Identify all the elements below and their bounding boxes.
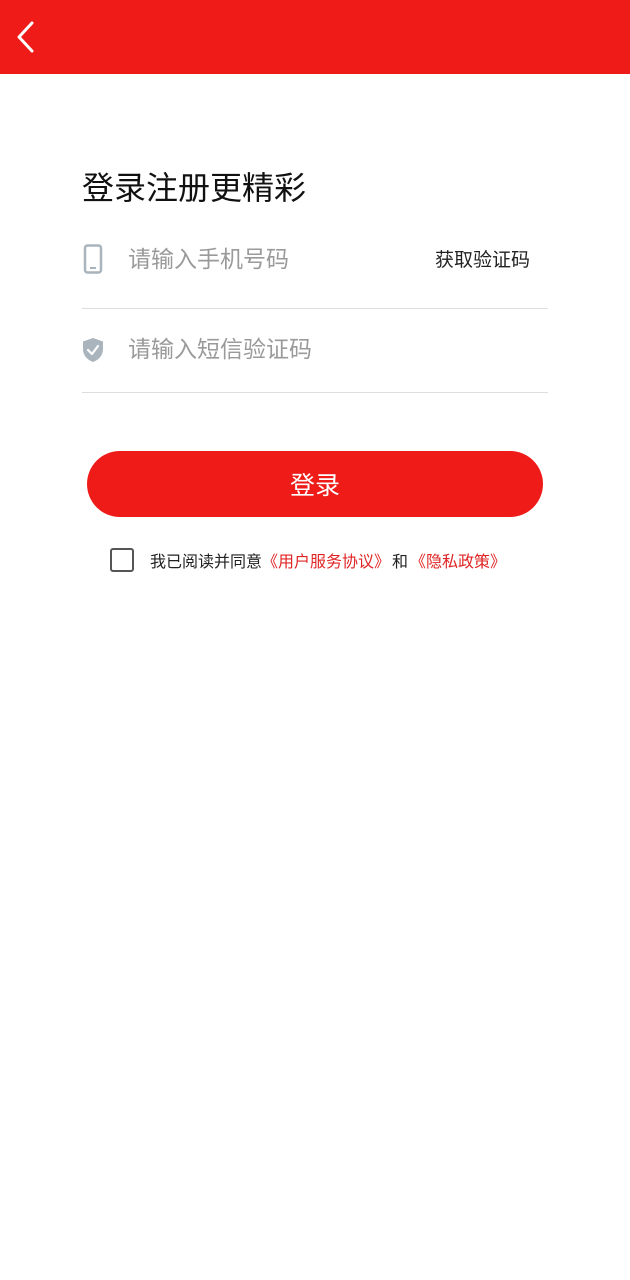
phone-input[interactable] xyxy=(128,242,418,278)
sms-code-input[interactable] xyxy=(128,332,528,368)
agreement-checkbox[interactable] xyxy=(110,548,134,572)
phone-icon xyxy=(82,244,104,274)
user-agreement-link[interactable]: 《用户服务协议》 xyxy=(262,548,390,572)
get-code-button[interactable]: 获取验证码 xyxy=(435,246,530,274)
privacy-policy-link[interactable]: 《隐私政策》 xyxy=(410,548,506,572)
phone-field-row: 获取验证码 xyxy=(82,222,548,309)
back-button[interactable] xyxy=(6,13,46,61)
chevron-left-icon xyxy=(17,21,34,53)
code-field-row xyxy=(82,310,548,393)
login-button[interactable]: 登录 xyxy=(87,451,543,517)
top-bar xyxy=(0,0,630,74)
page-title: 登录注册更精彩 xyxy=(82,169,307,207)
shield-check-icon xyxy=(82,337,104,363)
agreement-prefix: 我已阅读并同意 xyxy=(150,552,263,571)
agreement-conjunction: 和 xyxy=(392,552,409,571)
agreement-row: 我已阅读并同意 《用户服务协议》 和 《隐私政策》 xyxy=(110,546,506,574)
